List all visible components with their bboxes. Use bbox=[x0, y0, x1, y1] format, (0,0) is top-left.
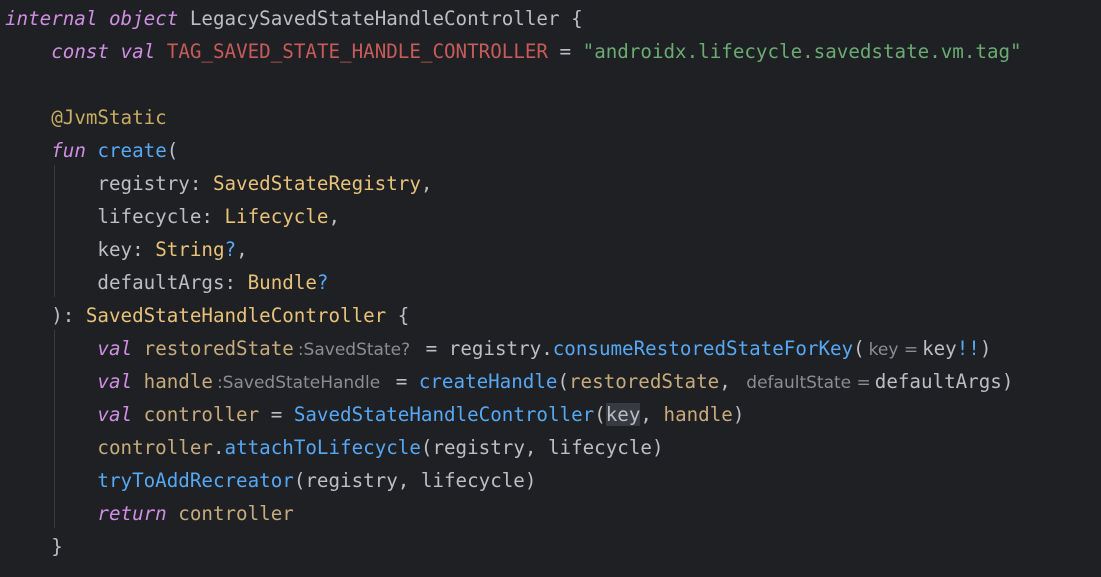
param-name: defaultArgs bbox=[97, 271, 225, 294]
object-name: LegacySavedStateHandleController bbox=[189, 7, 560, 30]
non-null-assert: !! bbox=[956, 337, 980, 360]
colon: : bbox=[224, 271, 248, 294]
assign-operator: = bbox=[547, 40, 583, 63]
return-value: controller bbox=[178, 502, 294, 525]
function-call: tryToAddRecreator bbox=[97, 469, 294, 492]
constructor-call: SavedStateHandleController bbox=[293, 403, 595, 426]
keyword-object: object bbox=[108, 7, 179, 30]
open-paren: ( bbox=[166, 139, 179, 162]
keyword-return: return bbox=[97, 502, 167, 525]
function-name: create bbox=[97, 139, 167, 162]
open-paren: ( bbox=[594, 403, 606, 426]
colon: : bbox=[132, 238, 156, 261]
param-type: SavedStateRegistry bbox=[212, 172, 421, 195]
code-editor[interactable]: internal object LegacySavedStateHandleCo… bbox=[0, 0, 1101, 577]
code-line-10[interactable]: ): SavedStateHandleController { bbox=[5, 299, 409, 332]
variable-name: restoredState bbox=[143, 337, 294, 360]
close-paren-colon: ): bbox=[51, 304, 86, 327]
code-line-16[interactable]: return controller bbox=[5, 497, 294, 530]
open-paren: ( bbox=[557, 370, 569, 393]
param-name: registry bbox=[97, 172, 190, 195]
code-line-12[interactable]: val handle:SavedStateHandle = createHand… bbox=[5, 365, 1013, 398]
code-line-5[interactable]: fun create( bbox=[5, 134, 178, 167]
colon: : bbox=[189, 172, 213, 195]
close-paren: ) bbox=[732, 403, 745, 426]
argument: defaultArgs bbox=[874, 370, 1002, 393]
type-hint: :SavedStateHandle bbox=[216, 373, 381, 393]
keyword-val: val bbox=[97, 337, 133, 360]
dot: . bbox=[541, 337, 553, 360]
open-brace: { bbox=[386, 304, 410, 327]
variable-name: controller bbox=[143, 403, 260, 426]
param-name: key bbox=[97, 238, 133, 261]
param-type: String bbox=[155, 238, 225, 261]
param-hint: key = bbox=[868, 340, 919, 360]
code-line-14[interactable]: controller.attachToLifecycle(registry, l… bbox=[5, 431, 664, 464]
param-hint: defaultState = bbox=[746, 373, 871, 393]
code-line-2[interactable]: const val TAG_SAVED_STATE_HANDLE_CONTROL… bbox=[5, 35, 1022, 68]
variable-name: handle bbox=[143, 370, 213, 393]
comma: , bbox=[328, 205, 341, 228]
param-name: lifecycle bbox=[97, 205, 202, 228]
argument: restoredState bbox=[569, 370, 720, 393]
receiver: controller bbox=[97, 436, 213, 459]
close-paren: ) bbox=[1001, 370, 1014, 393]
arguments: (registry, lifecycle) bbox=[420, 436, 664, 459]
keyword-internal: internal bbox=[5, 7, 98, 30]
string-literal: "androidx.lifecycle.savedstate.vm.tag" bbox=[582, 40, 1022, 63]
method-call: consumeRestoredStateForKey bbox=[552, 337, 854, 360]
assign-operator: = bbox=[414, 337, 449, 360]
param-type: Bundle bbox=[247, 271, 317, 294]
constant-name: TAG_SAVED_STATE_HANDLE_CONTROLLER bbox=[166, 40, 548, 63]
dot: . bbox=[212, 436, 225, 459]
comma: , bbox=[640, 403, 664, 426]
keyword-const: const bbox=[51, 40, 109, 63]
code-line-6[interactable]: registry: SavedStateRegistry, bbox=[5, 167, 432, 200]
return-type: SavedStateHandleController bbox=[85, 304, 387, 327]
code-line-17[interactable]: } bbox=[5, 530, 63, 563]
keyword-val: val bbox=[120, 40, 156, 63]
assign-operator: = bbox=[384, 370, 419, 393]
comma: , bbox=[236, 238, 248, 261]
highlighted-argument: key bbox=[605, 403, 641, 426]
close-brace: } bbox=[51, 535, 63, 558]
code-line-11[interactable]: val restoredState:SavedState? = registry… bbox=[5, 332, 991, 365]
keyword-fun: fun bbox=[51, 139, 86, 162]
function-call: createHandle bbox=[418, 370, 558, 393]
argument: key bbox=[922, 337, 957, 360]
colon: : bbox=[201, 205, 225, 228]
nullable-marker: ? bbox=[316, 271, 329, 294]
close-paren: ) bbox=[979, 337, 992, 360]
arguments: (registry, lifecycle) bbox=[293, 469, 537, 492]
code-line-13[interactable]: val controller = SavedStateHandleControl… bbox=[5, 398, 744, 431]
open-brace: { bbox=[559, 7, 583, 30]
comma: , bbox=[719, 370, 743, 393]
nullable-marker: ? bbox=[224, 238, 237, 261]
code-line-1[interactable]: internal object LegacySavedStateHandleCo… bbox=[5, 2, 583, 35]
open-paren: ( bbox=[853, 337, 865, 360]
code-line-4[interactable]: @JvmStatic bbox=[5, 101, 167, 134]
type-hint: :SavedState? bbox=[297, 340, 411, 360]
code-line-15[interactable]: tryToAddRecreator(registry, lifecycle) bbox=[5, 464, 536, 497]
annotation: @JvmStatic bbox=[51, 106, 167, 129]
assign-operator: = bbox=[259, 403, 294, 426]
code-line-9[interactable]: defaultArgs: Bundle? bbox=[5, 266, 328, 299]
code-line-8[interactable]: key: String?, bbox=[5, 233, 248, 266]
keyword-val: val bbox=[97, 403, 133, 426]
code-line-7[interactable]: lifecycle: Lifecycle, bbox=[5, 200, 340, 233]
keyword-val: val bbox=[97, 370, 133, 393]
receiver: registry bbox=[448, 337, 542, 360]
param-type: Lifecycle bbox=[224, 205, 329, 228]
argument: handle bbox=[663, 403, 733, 426]
comma: , bbox=[420, 172, 433, 195]
method-call: attachToLifecycle bbox=[224, 436, 421, 459]
